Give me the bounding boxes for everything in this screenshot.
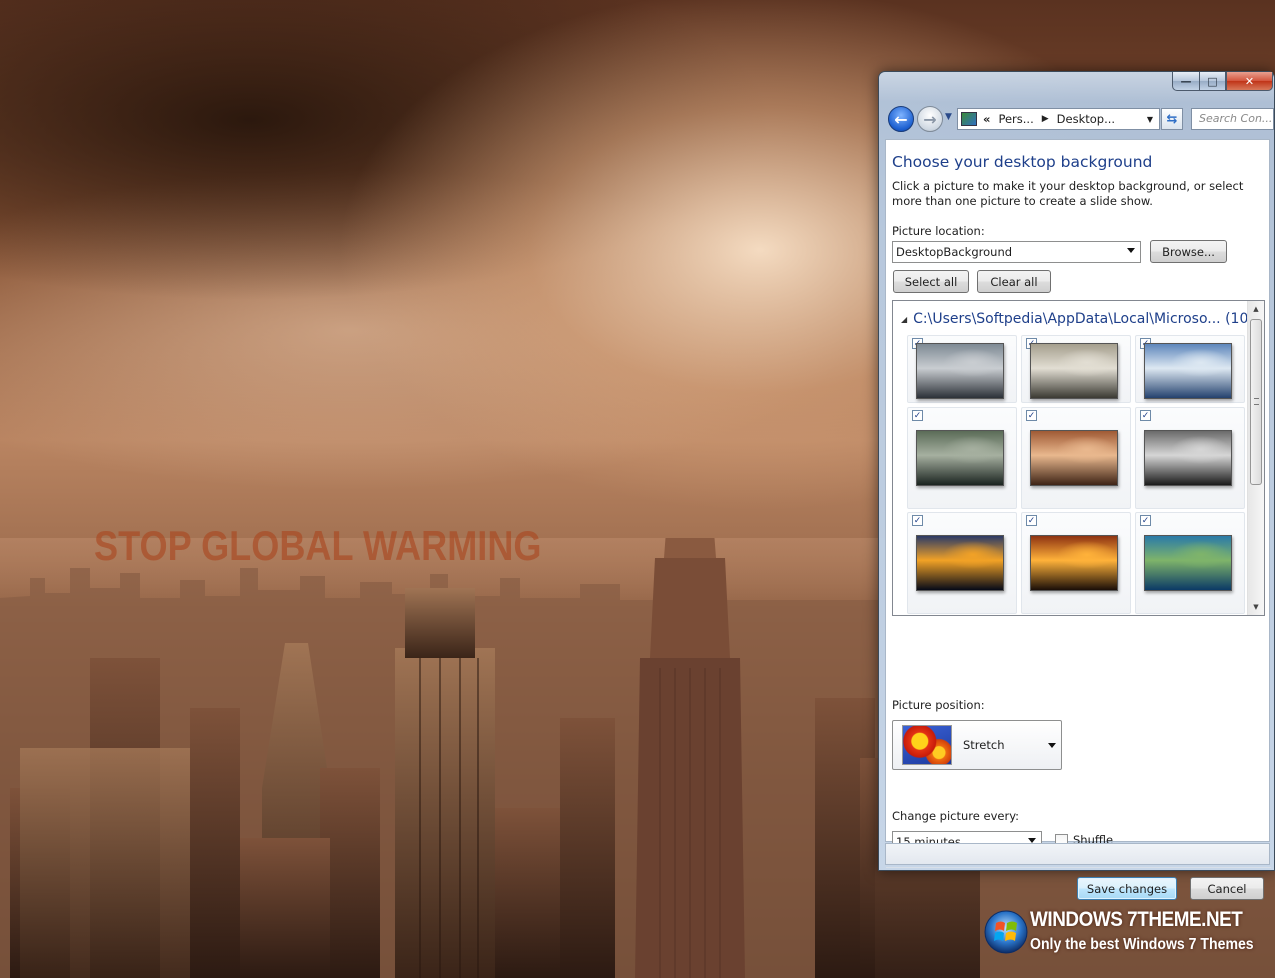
thumb-coral-reef — [1144, 535, 1232, 591]
thumb-glacier — [1144, 430, 1232, 486]
wallpaper-thumbnail[interactable]: ✓ — [907, 335, 1017, 403]
refresh-icon: ⇆ — [1166, 111, 1178, 127]
thumbnail-checkbox[interactable]: ✓ — [1140, 410, 1151, 421]
breadcrumb-item-personalization[interactable]: Pers... — [998, 112, 1033, 126]
navigation-bar: ← → ▼ « Pers... ▶ Desktop... ▼ ⇆ Search … — [885, 104, 1274, 134]
footer-divider — [886, 867, 1271, 868]
desktop-background-window: — □ ✕ ← → ▼ « Pers... ▶ Desktop... ▼ ⇆ S… — [878, 71, 1275, 900]
refresh-button[interactable]: ⇆ — [1161, 108, 1183, 130]
windows-logo-icon — [984, 910, 1028, 954]
brand-title: WINDOWS 7THEME.NET — [1030, 908, 1243, 931]
address-bar[interactable]: « Pers... ▶ Desktop... ▼ — [957, 108, 1160, 130]
gallery-group-path: C:\Users\Softpedia\AppData\Local\Microso… — [913, 311, 1221, 327]
picture-location-label: Picture location: — [892, 224, 985, 238]
maximize-button[interactable]: □ — [1199, 72, 1226, 91]
breadcrumb-item-desktop-background[interactable]: Desktop... — [1057, 112, 1115, 126]
save-changes-button[interactable]: Save changes — [1077, 877, 1177, 900]
forward-button[interactable]: → — [917, 106, 943, 132]
thumb-forest-fire — [1030, 535, 1118, 591]
recent-pages-dropdown[interactable]: ▼ — [945, 112, 952, 122]
page-title: Choose your desktop background — [892, 153, 1153, 171]
thumbnail-checkbox[interactable]: ✓ — [912, 515, 923, 526]
thumb-polluted-street — [916, 343, 1004, 399]
thumb-ruined-city — [916, 430, 1004, 486]
control-panel-icon — [961, 112, 977, 126]
wallpaper-thumbnail[interactable]: ✓ — [907, 407, 1017, 509]
chevron-down-icon: ▼ — [945, 112, 952, 122]
cancel-button[interactable]: Cancel — [1190, 877, 1264, 900]
wallpaper-thumbnail[interactable]: ✓ — [1021, 407, 1131, 509]
scrollbar-thumb[interactable] — [1250, 319, 1262, 485]
arrow-left-icon: ← — [894, 109, 908, 129]
page-description: Click a picture to make it your desktop … — [892, 179, 1244, 208]
back-button[interactable]: ← — [888, 106, 914, 132]
search-input[interactable]: Search Con... — [1191, 108, 1274, 130]
change-picture-label: Change picture every: — [892, 809, 1020, 823]
breadcrumb-overflow[interactable]: « — [983, 112, 990, 126]
wallpaper-slogan: STOP GLOBAL WARMING — [94, 522, 542, 569]
gallery-group-header[interactable]: ◢ C:\Users\Softpedia\AppData\Local\Micros… — [901, 311, 1254, 327]
minimize-button[interactable]: — — [1172, 72, 1199, 91]
picture-position-select[interactable]: Stretch — [892, 720, 1062, 770]
caption-buttons: — □ ✕ — [1172, 72, 1273, 92]
wallpaper-thumbnail[interactable]: ✓ — [1135, 407, 1245, 509]
wallpaper-thumbnail[interactable]: ✓ — [907, 512, 1017, 614]
picture-location-value: DesktopBackground — [896, 245, 1013, 259]
wallpaper-thumbnail[interactable]: ✓ — [1021, 335, 1131, 403]
thumb-polar-bear — [1144, 343, 1232, 399]
wallpaper-thumbnail[interactable]: ✓ — [1135, 335, 1245, 403]
browse-button[interactable]: Browse... — [1150, 240, 1227, 263]
thumb-planet-sunrise — [916, 535, 1004, 591]
thumbnail-checkbox[interactable]: ✓ — [1026, 410, 1037, 421]
flower-preview-icon — [902, 725, 952, 765]
collapse-triangle-icon[interactable]: ◢ — [901, 315, 907, 324]
status-bar — [885, 843, 1270, 865]
gallery-scrollbar[interactable]: ▲ ▼ — [1247, 301, 1264, 615]
thumbnail-checkbox[interactable]: ✓ — [1026, 515, 1037, 526]
grip-icon — [1254, 398, 1259, 405]
brand-tagline: Only the best Windows 7 Themes — [1030, 936, 1254, 953]
picture-position-value: Stretch — [963, 738, 1005, 752]
thumbnail-checkbox[interactable]: ✓ — [1140, 515, 1151, 526]
chevron-down-icon — [1048, 743, 1056, 748]
picture-position-label: Picture position: — [892, 698, 985, 712]
chevron-right-icon: ▶ — [1041, 114, 1049, 124]
chevron-down-icon — [1127, 248, 1135, 253]
close-button[interactable]: ✕ — [1226, 72, 1273, 91]
picture-location-select[interactable]: DesktopBackground — [892, 241, 1141, 263]
wallpaper-thumbnail[interactable]: ✓ — [1021, 512, 1131, 614]
clear-all-button[interactable]: Clear all — [977, 270, 1051, 293]
address-dropdown-icon[interactable]: ▼ — [1147, 115, 1153, 124]
arrow-right-icon: → — [923, 109, 937, 129]
content-pane: Choose your desktop background Click a p… — [885, 139, 1271, 900]
thumb-dead-tree — [1030, 343, 1118, 399]
wallpaper-thumbnail[interactable]: ✓ — [1135, 512, 1245, 614]
thumb-sepia-skyline — [1030, 430, 1118, 486]
thumbnail-checkbox[interactable]: ✓ — [912, 410, 923, 421]
scroll-down-icon[interactable]: ▼ — [1248, 599, 1264, 615]
select-all-button[interactable]: Select all — [893, 270, 969, 293]
wallpaper-gallery: ◢ C:\Users\Softpedia\AppData\Local\Micros… — [892, 300, 1265, 616]
scroll-up-icon[interactable]: ▲ — [1248, 301, 1264, 317]
wallpaper-brand: WINDOWS 7THEME.NET Only the best Windows… — [984, 904, 1264, 968]
